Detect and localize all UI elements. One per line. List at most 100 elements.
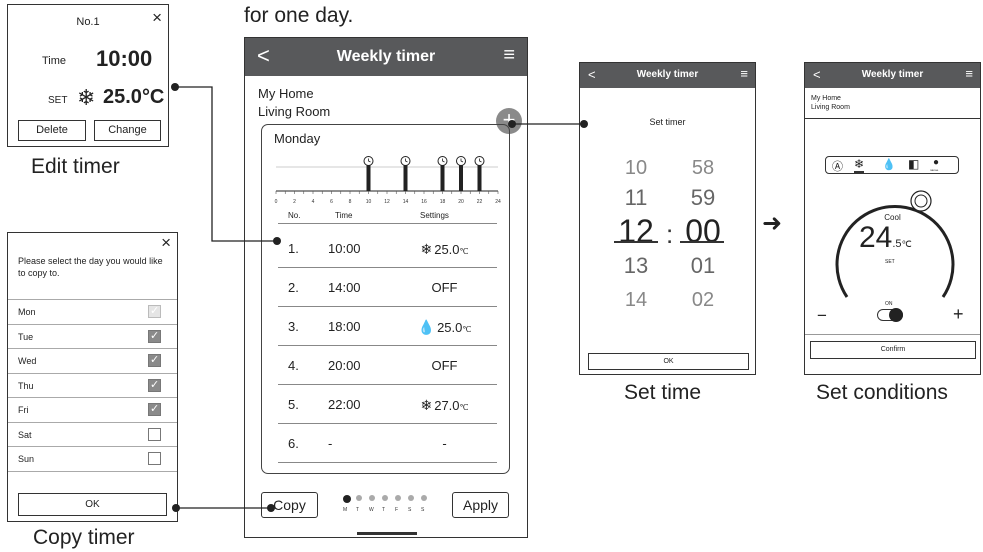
ok-button[interactable]: OK (18, 493, 167, 516)
set-label: SET (48, 95, 68, 106)
timer-row[interactable]: 3. 18:00 💧 25.0℃ (262, 311, 509, 349)
mode-selector: Ⓐ ❄ 💧 ◧ ● nanoe (825, 156, 959, 174)
copy-timer-dialog: × Please select the day you would like t… (7, 232, 178, 522)
day-dot[interactable] (382, 495, 388, 501)
hour-option[interactable]: 12 (616, 213, 656, 250)
dry-mode-icon[interactable]: 💧 (882, 158, 896, 171)
day-dot-label: T (382, 507, 386, 513)
timeline-tick-label: 12 (384, 199, 390, 205)
minute-option[interactable]: 58 (683, 157, 723, 180)
set-label: SET (885, 259, 895, 265)
minute-option[interactable]: 02 (683, 289, 723, 312)
timer-row-setting-unit: ℃ (459, 247, 469, 256)
snowflake-icon: ❄ (420, 397, 433, 413)
day-dot[interactable] (356, 495, 362, 501)
menu-icon[interactable]: ≡ (740, 66, 748, 81)
snowflake-icon: ❄ (77, 85, 96, 110)
menu-icon[interactable]: ≡ (965, 66, 973, 81)
room-name: Living Room (811, 104, 850, 111)
close-icon[interactable]: × (152, 8, 162, 28)
day-panel: Monday 0 2 4 6 8 10 12 14 16 18 20 22 24 No. Time Se… (261, 124, 510, 474)
temperature-decimal: .5 (892, 238, 902, 250)
day-option-label: Tue (18, 331, 34, 342)
timer-row-setting-unit: ℃ (459, 403, 469, 412)
increase-button[interactable]: + (953, 304, 964, 325)
target-temperature: 24.5℃ (859, 221, 912, 255)
timeline-tick-label: 16 (421, 199, 427, 205)
timer-row-setting-value: 27.0 (434, 398, 460, 413)
hour-option[interactable]: 10 (616, 157, 656, 180)
set-conditions-screen: < Weekly timer ≡ My Home Living Room Ⓐ ❄… (804, 62, 981, 375)
minute-option[interactable]: 01 (683, 253, 723, 279)
timeline-tick-label: 0 (275, 199, 278, 205)
check-icon: ✓ (150, 378, 160, 391)
divider (805, 334, 980, 335)
set-time-screen: < Weekly timer ≡ Set timer 10 11 12 13 14 58… (579, 62, 756, 375)
hour-option[interactable]: 14 (616, 289, 656, 312)
timer-row[interactable]: 1. 10:00 ❄ 25.0℃ (262, 233, 509, 271)
divider (8, 470, 177, 472)
power-toggle[interactable] (877, 308, 903, 322)
timeline-tick-label: 8 (349, 199, 352, 205)
minute-option[interactable]: 00 (683, 213, 723, 250)
column-header-settings: Settings (420, 211, 449, 220)
selected-hour-underline (614, 241, 658, 243)
app-bar: < Weekly timer ≡ (580, 63, 755, 88)
delete-button[interactable]: Delete (18, 120, 86, 141)
day-dot[interactable] (369, 495, 375, 501)
day-dot-label: W (369, 507, 374, 513)
copy-button[interactable]: Copy (261, 492, 318, 518)
day-dot[interactable] (343, 495, 351, 503)
day-checkbox[interactable]: ✓ (148, 378, 161, 392)
divider (278, 423, 497, 424)
day-dot[interactable] (395, 495, 401, 501)
day-checkbox[interactable]: ✓ (148, 354, 161, 367)
timer-row-number: 4. (288, 358, 299, 373)
day-checkbox[interactable]: ✓ (148, 403, 161, 416)
timer-row-setting: OFF (392, 280, 497, 295)
day-checkbox[interactable]: ✓ (148, 329, 161, 343)
divider (8, 348, 177, 349)
divider (278, 223, 497, 224)
apply-button[interactable]: Apply (452, 492, 509, 518)
auto-mode-icon[interactable]: Ⓐ (832, 158, 843, 174)
column-header-time: Time (335, 211, 353, 220)
hour-option[interactable]: 13 (616, 253, 656, 279)
hour-option[interactable]: 11 (616, 185, 656, 211)
cool-mode-icon[interactable]: ❄ (854, 157, 865, 173)
day-option-label: Thu (18, 380, 34, 391)
temperature-integer: 24 (859, 221, 893, 254)
timer-row-time: 10:00 (328, 241, 361, 256)
day-option-label: Wed (18, 356, 37, 366)
timer-number: No.1 (76, 16, 100, 28)
timeline-tick-label: 20 (458, 199, 464, 205)
set-conditions-caption: Set conditions (816, 381, 948, 404)
timeline-chart: 0 2 4 6 8 10 12 14 16 18 20 22 24 (275, 156, 501, 205)
nanoe-icon[interactable]: ● (933, 157, 939, 168)
decrease-button[interactable]: − (817, 306, 827, 326)
day-option-label: Fri (18, 405, 29, 415)
day-dot[interactable] (408, 495, 414, 501)
ok-button[interactable]: OK (588, 353, 749, 370)
menu-icon[interactable]: ≡ (503, 44, 515, 67)
confirm-button[interactable]: Confirm (810, 341, 976, 359)
toggle-knob (889, 308, 903, 322)
close-icon[interactable]: × (161, 233, 171, 253)
day-dot[interactable] (421, 495, 427, 501)
timer-bar (459, 165, 463, 191)
timer-row[interactable]: 6. - - (262, 428, 509, 466)
fan-mode-icon[interactable]: ◧ (908, 157, 919, 171)
timer-row[interactable]: 5. 22:00 ❄ 27.0℃ (262, 389, 509, 427)
day-checkbox: ✓ (148, 305, 161, 318)
day-checkbox[interactable] (148, 427, 161, 441)
home-indicator (357, 532, 417, 535)
change-button[interactable]: Change (94, 120, 161, 141)
timer-row-setting-value: 25.0 (434, 242, 460, 257)
day-label: Monday (274, 131, 321, 146)
day-checkbox[interactable] (148, 452, 161, 465)
timer-row[interactable]: 4. 20:00 OFF (262, 350, 509, 388)
arrow-right-icon: ➜ (762, 210, 783, 237)
day-dot-label: S (408, 507, 412, 513)
minute-option[interactable]: 59 (683, 185, 723, 211)
timer-row[interactable]: 2. 14:00 OFF (262, 272, 509, 310)
